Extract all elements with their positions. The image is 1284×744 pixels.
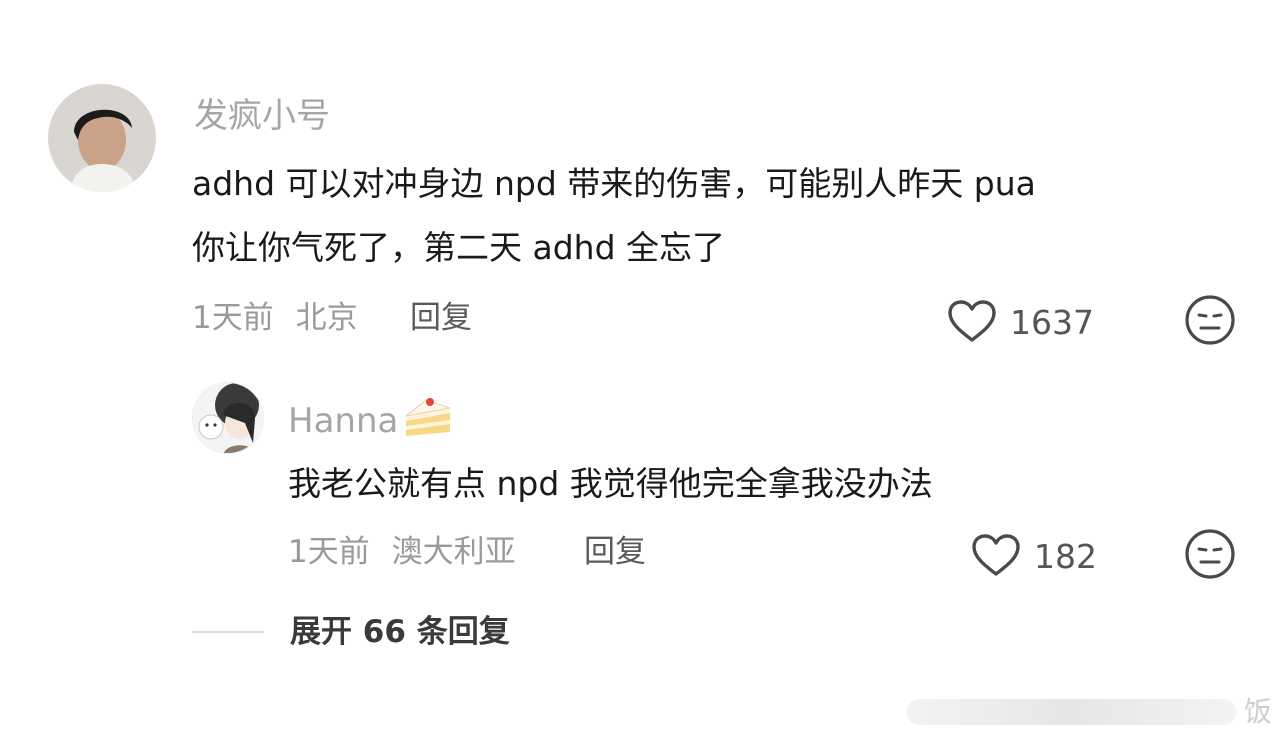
reply-location: 澳大利亚 [391, 534, 516, 570]
avatar-image [193, 383, 263, 453]
comment-username[interactable]: 发疯小号 [194, 96, 330, 136]
expand-replies-label: 展开 66 条回复 [290, 614, 510, 650]
watermark: 饭 [905, 694, 1272, 730]
meh-face-icon [1185, 529, 1235, 579]
comment-time: 1天前 [192, 300, 274, 336]
reply-username-text: Hanna [288, 400, 399, 441]
comment-meta: 1天前 北京 [192, 298, 358, 338]
like-count: 1637 [1010, 303, 1094, 342]
meh-face-icon [1185, 295, 1235, 345]
divider [192, 631, 264, 633]
reply-text: 我老公就有点 npd 我觉得他完全拿我没办法 [288, 464, 933, 503]
dislike-button[interactable] [1184, 528, 1236, 584]
cake-icon [402, 394, 454, 447]
avatar-image [48, 84, 156, 192]
heart-outline-icon [946, 298, 998, 348]
heart-outline-icon [970, 532, 1022, 582]
comment-text-line: 你让你气死了，第二天 adhd 全忘了 [192, 228, 726, 267]
reply-time: 1天前 [288, 534, 370, 570]
comment-text: adhd 可以对冲身边 npd 带来的伤害，可能别人昨天 pua 你让你气死了，… [192, 152, 1252, 280]
reply-username[interactable]: Hanna [288, 394, 454, 447]
like-count: 182 [1034, 537, 1097, 576]
like-button[interactable]: 182 [970, 532, 1097, 582]
expand-replies[interactable]: 展开 66 条回复 [192, 612, 510, 652]
reply-meta: 1天前 澳大利亚 [288, 532, 516, 572]
dislike-button[interactable] [1184, 294, 1236, 350]
watermark-bar [905, 699, 1236, 725]
reply-button[interactable]: 回复 [584, 532, 646, 572]
watermark-text: 饭 [1243, 695, 1272, 728]
reply-button[interactable]: 回复 [410, 298, 472, 338]
comment-location: 北京 [295, 300, 358, 336]
avatar[interactable] [48, 84, 156, 192]
like-button[interactable]: 1637 [946, 298, 1094, 348]
comment-text-line: adhd 可以对冲身边 npd 带来的伤害，可能别人昨天 pua [192, 164, 1036, 203]
avatar[interactable] [192, 382, 264, 454]
